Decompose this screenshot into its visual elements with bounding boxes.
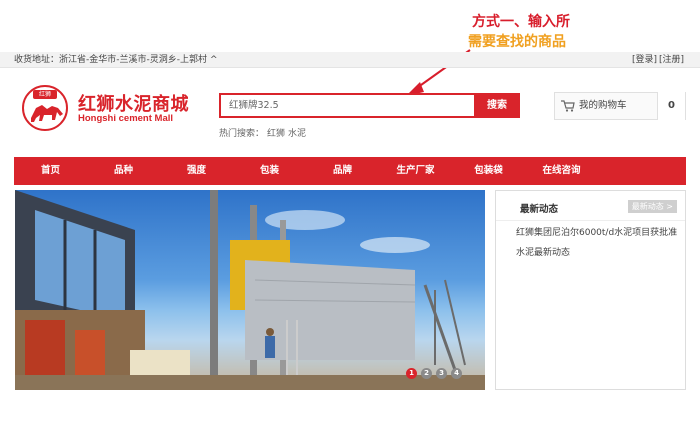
hero-banner[interactable] [15, 190, 485, 390]
nav-item-brand[interactable]: 品牌 [306, 157, 379, 185]
delivery-address-label: 收货地址：浙江省-金华市-兰溪市-灵洞乡-上郭村 [14, 55, 207, 65]
nav-item-variety[interactable]: 品种 [87, 157, 160, 185]
news-title: 最新动态 [520, 204, 559, 215]
search-input[interactable]: 红狮牌32.5 [219, 93, 474, 118]
main-nav: 首页 品种 强度 包装 品牌 生产厂家 包装袋 在线咨询 [14, 157, 686, 185]
login-link[interactable]: [登录] [632, 55, 657, 65]
delivery-address[interactable]: 收货地址：浙江省-金华市-兰溪市-灵洞乡-上郭村 ^ [14, 52, 218, 68]
nav-item-bags[interactable]: 包装袋 [452, 157, 525, 185]
nav-item-strength[interactable]: 强度 [160, 157, 233, 185]
annotation-line-1: 方式一、输入所 [472, 14, 570, 30]
nav-item-consult[interactable]: 在线咨询 [525, 157, 598, 185]
nav-item-manufacturer[interactable]: 生产厂家 [379, 157, 452, 185]
construction-site-image [15, 190, 485, 390]
cart-label: 我的购物车 [579, 100, 627, 111]
carousel-dot[interactable]: 2 [421, 368, 432, 379]
site-name-english: Hongshi cement Mall [78, 113, 174, 124]
carousel-dot[interactable]: 4 [451, 368, 462, 379]
news-more-button[interactable]: 最新动态 > [627, 200, 677, 213]
news-panel: 最新动态 最新动态 > 红狮集团尼泊尔6000t/d水泥项目获批准 水泥最新动态 [495, 190, 686, 390]
nav-item-packaging[interactable]: 包装 [233, 157, 306, 185]
shopping-cart-icon [561, 100, 575, 112]
hot-search-item[interactable]: 红狮 [267, 129, 285, 139]
news-item[interactable]: 水泥最新动态 [516, 243, 681, 263]
account-links: [登录] [注册] [630, 52, 684, 68]
top-bar: 收货地址：浙江省-金华市-兰溪市-灵洞乡-上郭村 ^ [登录] [注册] [0, 52, 700, 68]
hot-search-label: 热门搜索： [219, 129, 265, 139]
hot-searches: 热门搜索： 红狮 水泥 [219, 126, 309, 139]
logo-seal: 红狮 [33, 90, 57, 99]
news-item[interactable]: 红狮集团尼泊尔6000t/d水泥项目获批准 [516, 223, 681, 243]
search-button[interactable]: 搜索 [474, 93, 520, 118]
annotation-callout: 方式一、输入所 需要查找的商品 [468, 12, 668, 52]
cart-count-badge: 0 [657, 92, 685, 120]
logo-emblem[interactable]: 红狮 [22, 85, 68, 131]
cart-button[interactable]: 我的购物车 0 [554, 92, 686, 120]
chevron-up-icon[interactable]: ^ [210, 52, 218, 68]
lion-logo-icon [31, 105, 63, 122]
nav-item-home[interactable]: 首页 [14, 157, 87, 185]
carousel-dots: 1 2 3 4 [406, 368, 466, 379]
carousel-dot[interactable]: 1 [406, 368, 417, 379]
news-header: 最新动态 最新动态 > [496, 191, 685, 221]
hot-search-item[interactable]: 水泥 [288, 129, 306, 139]
carousel-dot[interactable]: 3 [436, 368, 447, 379]
annotation-line-2: 需要查找的商品 [468, 34, 566, 50]
news-list: 红狮集团尼泊尔6000t/d水泥项目获批准 水泥最新动态 [516, 223, 681, 263]
register-link[interactable]: [注册] [659, 55, 684, 65]
